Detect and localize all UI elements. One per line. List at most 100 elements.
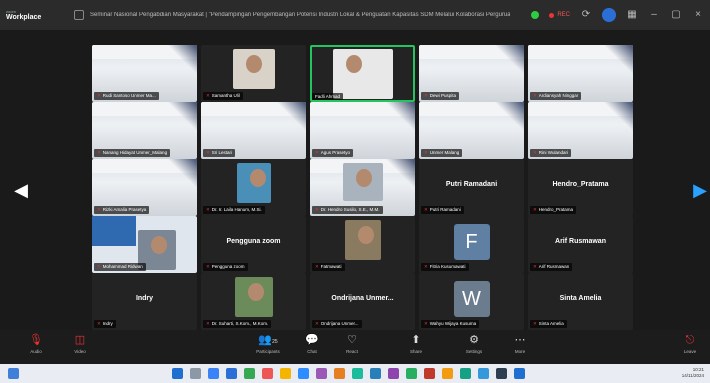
leave-icon: ⎋ <box>685 334 695 346</box>
participant-tile[interactable]: ✕ Ardiansyah Ninggar <box>528 45 633 102</box>
share-button[interactable]: ⬆ Share <box>398 333 434 354</box>
file-explorer-icon[interactable] <box>280 368 291 379</box>
task-view-icon[interactable] <box>208 368 219 379</box>
participant-tile[interactable]: ✕ Dr. Hendro Susilo, S.E., M.M. <box>310 159 415 216</box>
participant-name: ✕ Unmer Malang <box>421 149 463 157</box>
participant-video <box>344 220 381 260</box>
participant-display-name: Putri Ramadani <box>445 181 498 188</box>
system-clock[interactable]: 10:21 14/11/2024 <box>682 367 704 379</box>
participant-tile[interactable]: ✕ Rudi Santoso Unmer Ma... <box>92 45 197 102</box>
app-icon[interactable] <box>262 368 273 379</box>
video-button[interactable]: ◫ Video <box>62 333 98 354</box>
react-button[interactable]: ♡ React <box>334 333 370 354</box>
participant-name: ✕ Sri Lestari <box>203 149 236 157</box>
app-icon[interactable] <box>442 368 453 379</box>
participants-button[interactable]: 👥25 Participants <box>250 333 286 354</box>
more-options-icon: ⋯ <box>514 334 526 346</box>
participant-tile[interactable]: Indry ✕ Indry <box>92 273 197 330</box>
participant-name: ✕ Dewi Puspita <box>421 92 460 100</box>
window-titlebar: zoom Workplace Seminar Nasional Pengabdi… <box>0 0 710 30</box>
participant-display-name: Arif Rusmawan <box>555 238 606 245</box>
app-icon[interactable] <box>496 368 507 379</box>
recording-badge[interactable]: REC <box>549 12 570 18</box>
participant-name: ✕ Sinta Amelia <box>530 320 567 328</box>
shield-icon <box>74 10 84 20</box>
app-icon[interactable] <box>460 368 471 379</box>
app-icon[interactable] <box>424 368 435 379</box>
app-icon[interactable] <box>226 368 237 379</box>
chat-button[interactable]: 💬 Chat <box>294 333 330 354</box>
more-button[interactable]: ⋯ More <box>502 333 538 354</box>
participant-display-name: Ondrijana Unmer... <box>331 295 394 302</box>
participant-name: ✕ Fatmawati <box>312 263 345 271</box>
maximize-icon[interactable]: ▢ <box>670 9 682 21</box>
minimize-icon[interactable]: – <box>648 9 660 21</box>
participant-name: ✕ Rini Wulandari <box>530 149 571 157</box>
app-icon[interactable] <box>406 368 417 379</box>
participant-tile[interactable]: Pengguna zoom ✕ Pengguna zoom <box>201 216 306 273</box>
app-icon[interactable] <box>316 368 327 379</box>
participant-name: ✕ Putri Ramadani <box>421 206 464 214</box>
participant-name: ✕ Indry <box>94 320 116 328</box>
video-off-icon: ◫ <box>74 334 86 346</box>
app-icon[interactable] <box>514 368 525 379</box>
participant-display-name: Sinta Amelia <box>559 295 602 302</box>
recording-label: REC <box>557 12 570 18</box>
participant-tile[interactable]: Hendro_Pratama ✕ Hendro_Pratama <box>528 159 633 216</box>
participant-name: ✕ Hendro_Pratama <box>530 206 577 214</box>
avatar[interactable] <box>602 8 616 22</box>
participant-name: ✕ Ondrijana Unmer... <box>312 320 362 328</box>
participant-video <box>232 49 275 89</box>
browser-icon[interactable] <box>244 368 255 379</box>
participant-tile[interactable]: ✕ Dewi Puspita <box>419 45 524 102</box>
view-grid-icon[interactable]: ▦ <box>626 9 638 21</box>
zoom-icon[interactable] <box>298 368 309 379</box>
participant-video <box>234 277 273 317</box>
participant-tile[interactable]: Ondrijana Unmer... ✕ Ondrijana Unmer... <box>310 273 415 330</box>
participant-tile[interactable]: Arif Rusmawan ✕ Arif Rusmawan <box>528 216 633 273</box>
refresh-icon[interactable]: ⟳ <box>580 9 592 21</box>
participant-tile[interactable]: Sinta Amelia ✕ Sinta Amelia <box>528 273 633 330</box>
heart-icon: ♡ <box>347 334 357 346</box>
app-icon[interactable] <box>352 368 363 379</box>
participant-tile[interactable]: ✕ Dr. Suharti, S.Kom., M.Kom. <box>201 273 306 330</box>
record-dot-icon <box>549 12 555 18</box>
participant-tile[interactable]: W ✕ Wahyu Wijaya Kusuma <box>419 273 524 330</box>
participant-tile[interactable]: ✕ Sri Lestari <box>201 102 306 159</box>
audio-button[interactable]: 🎙 Audio <box>18 333 54 354</box>
next-page-arrow-icon[interactable]: ▶ <box>693 175 707 205</box>
participant-tile[interactable]: Putri Ramadani ✕ Putri Ramadani <box>419 159 524 216</box>
app-icon[interactable] <box>388 368 399 379</box>
participant-tile[interactable]: ✕ Rizki Amalia Prasetya <box>92 159 197 216</box>
participant-tile[interactable]: ✕ Dr. Ir. Laila Hanum, M.Si. <box>201 159 306 216</box>
participant-tile[interactable]: ✕ Unmer Malang <box>419 102 524 159</box>
participant-tile[interactable]: ✕ Samantha Ulil <box>201 45 306 102</box>
weather-widget-icon[interactable] <box>8 368 19 379</box>
participant-tile[interactable]: ✕ Fatmawati <box>310 216 415 273</box>
previous-page-arrow-icon[interactable]: ◀ <box>14 175 28 205</box>
settings-button[interactable]: ⚙ Settings <box>456 333 492 354</box>
share-screen-icon: ⬆ <box>411 334 421 346</box>
start-menu-icon[interactable] <box>172 368 183 379</box>
participant-video <box>342 163 383 201</box>
chat-icon: 💬 <box>305 334 319 346</box>
participant-tile[interactable]: ✕ Nanang Hidayat Unmer_Malang <box>92 102 197 159</box>
participant-display-name: Indry <box>135 295 154 302</box>
connection-status-icon[interactable] <box>531 11 540 19</box>
app-icon[interactable] <box>334 368 345 379</box>
participant-tile[interactable]: ✕ Mohammad Ridwan <box>92 216 197 273</box>
close-icon[interactable]: × <box>692 9 704 21</box>
search-icon[interactable] <box>190 368 201 379</box>
participant-tile[interactable]: F ✕ Fitria Kusumawati <box>419 216 524 273</box>
app-icon[interactable] <box>478 368 489 379</box>
participant-name: ✕ Samantha Ulil <box>203 92 243 100</box>
app-icon[interactable] <box>370 368 381 379</box>
participant-tile[interactable]: ✕ Agus Prasetyo <box>310 102 415 159</box>
participant-video <box>236 163 271 203</box>
participant-name: ✕ Pengguna zoom <box>203 263 248 271</box>
leave-button[interactable]: ⎋ Leave <box>672 333 708 354</box>
app-logo-line2: Workplace <box>6 14 42 21</box>
participant-tile-active-speaker[interactable]: Fadli Ahmad <box>310 45 415 102</box>
participant-tile[interactable]: ✕ Rini Wulandari <box>528 102 633 159</box>
participant-name: ✕ Ardiansyah Ninggar <box>530 92 582 100</box>
